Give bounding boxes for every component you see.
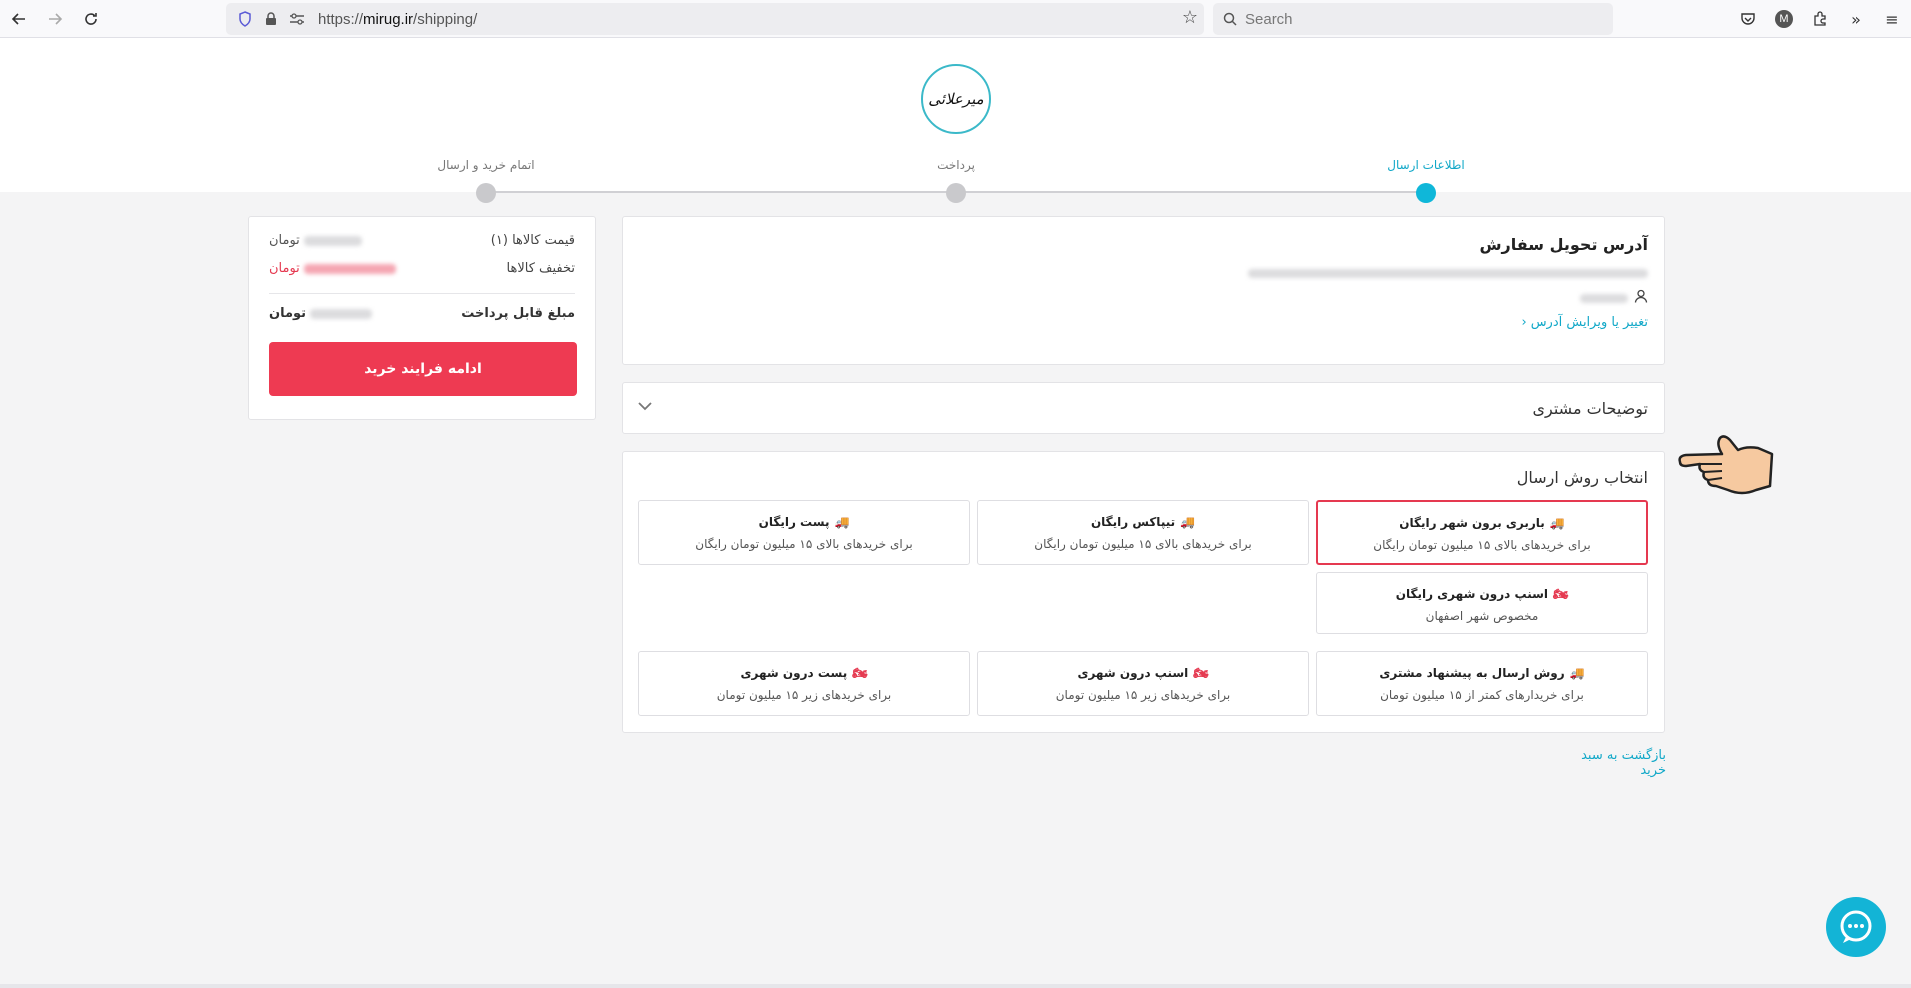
back-arrow-icon[interactable] [6,6,32,32]
payable-value: تومان [269,306,373,321]
bookmark-star-icon[interactable]: ☆ [1182,7,1198,28]
browser-toolbar: https://mirug.ir/shipping/ ☆ Search M » … [0,0,1911,38]
payable-row: تومان مبلغ قابل پرداخت [269,306,575,321]
shipping-option-post-free[interactable]: 🚚 پست رایگان برای خریدهای بالای ۱۵ میلیون… [638,500,970,565]
discount-label: تخفیف کالاها [506,261,575,276]
shipping-option-post-city[interactable]: 🏍 پست درون شهری برای خریدهای زیر ۱۵ میلیو… [638,651,970,716]
chat-support-button[interactable] [1826,897,1886,957]
search-placeholder: Search [1245,10,1293,28]
edit-address-link[interactable]: تغییر یا ویرایش آدرس ‹ [1521,315,1648,330]
step-dot-payment [946,183,966,203]
continue-purchase-button[interactable]: ادامه فرایند خرید [269,342,577,396]
delivery-address-card: آدرس تحویل سفارش تغییر یا ویرایش آدرس ‹ [622,216,1665,365]
chat-bubble-icon [1840,910,1872,943]
search-icon [1223,12,1237,26]
order-summary-card: تومان قیمت کالاها (۱) تومان تخفیف کالاها… [248,216,596,420]
chevron-down-icon[interactable] [637,395,653,416]
step-label-payment: پرداخت [937,158,975,172]
truck-icon: 🚚 [1569,666,1585,680]
account-icon[interactable]: M [1772,7,1796,31]
step-dot-shipping-info [1416,183,1436,203]
reload-icon[interactable] [78,6,104,32]
shield-icon[interactable] [232,3,258,35]
shipping-method-card: انتخاب روش ارسال 🚚 باربری برون شهر رایگان… [622,451,1665,733]
shipping-option-tipax-free[interactable]: 🚚 تیپاکس رایگان برای خریدهای بالای ۱۵ میل… [977,500,1309,565]
items-price-label: قیمت کالاها (۱) [490,233,575,248]
discount-value: تومان [269,261,396,276]
overflow-chevrons-icon[interactable]: » [1844,7,1868,31]
motorcycle-icon: 🏍 [1193,666,1209,680]
permissions-icon[interactable] [284,3,310,35]
step-label-shipping-info: اطلاعات ارسال [1387,158,1465,172]
items-price-value: تومان [269,233,362,248]
customer-notes-accordion[interactable]: توضیحات مشتری [622,382,1665,434]
url-bar[interactable]: https://mirug.ir/shipping/ ☆ [226,3,1204,35]
motorcycle-icon: 🏍 [1553,587,1569,601]
hamburger-menu-icon[interactable]: ≡ [1880,7,1904,31]
items-price-row: تومان قیمت کالاها (۱) [269,233,575,248]
search-bar[interactable]: Search [1213,3,1613,35]
forward-arrow-icon[interactable] [42,6,68,32]
address-text-redacted [1244,269,1648,278]
payable-label: مبلغ قابل پرداخت [461,306,575,321]
shipping-method-title: انتخاب روش ارسال [1516,468,1648,487]
page-bottom-border [0,984,1911,988]
url-text: https://mirug.ir/shipping/ [318,10,478,28]
back-to-cart-link[interactable]: بازگشت به سبد خرید [1558,748,1666,778]
shipping-option-customer-choice[interactable]: 🚚 روش ارسال به پیشنهاد مشتری برای خریداره… [1316,651,1648,716]
checkout-header: میرعلائی اطلاعات ارسال پرداخت اتمام خرید… [0,38,1911,203]
discount-row: تومان تخفیف کالاها [269,261,575,276]
person-icon [1634,289,1648,307]
recipient-row [1576,289,1648,307]
truck-icon: 🚚 [1549,516,1565,530]
summary-divider [269,293,575,294]
motorcycle-icon: 🏍 [852,666,868,680]
extensions-icon[interactable] [1808,7,1832,31]
truck-icon: 🚚 [1180,515,1196,529]
shipping-option-snap-city[interactable]: 🏍 اسنپ درون شهری برای خریدهای زیر ۱۵ میلی… [977,651,1309,716]
step-label-complete: اتمام خرید و ارسال [437,158,535,172]
pocket-icon[interactable] [1736,7,1760,31]
site-logo[interactable]: میرعلائی [921,64,991,134]
pointing-hand-icon [1678,435,1774,495]
shipping-option-freight-free[interactable]: 🚚 باربری برون شهر رایگان برای خریدهای بال… [1316,500,1648,565]
address-title: آدرس تحویل سفارش [1479,235,1648,254]
truck-icon: 🚚 [834,515,850,529]
customer-notes-title: توضیحات مشتری [1532,399,1648,418]
step-dot-complete [476,183,496,203]
shipping-option-snap-city-free[interactable]: 🏍 اسنپ درون شهری رایگان مخصوص شهر اصفهان [1316,572,1648,634]
chevron-left-icon: ‹ [1521,315,1527,330]
lock-icon[interactable] [258,3,284,35]
